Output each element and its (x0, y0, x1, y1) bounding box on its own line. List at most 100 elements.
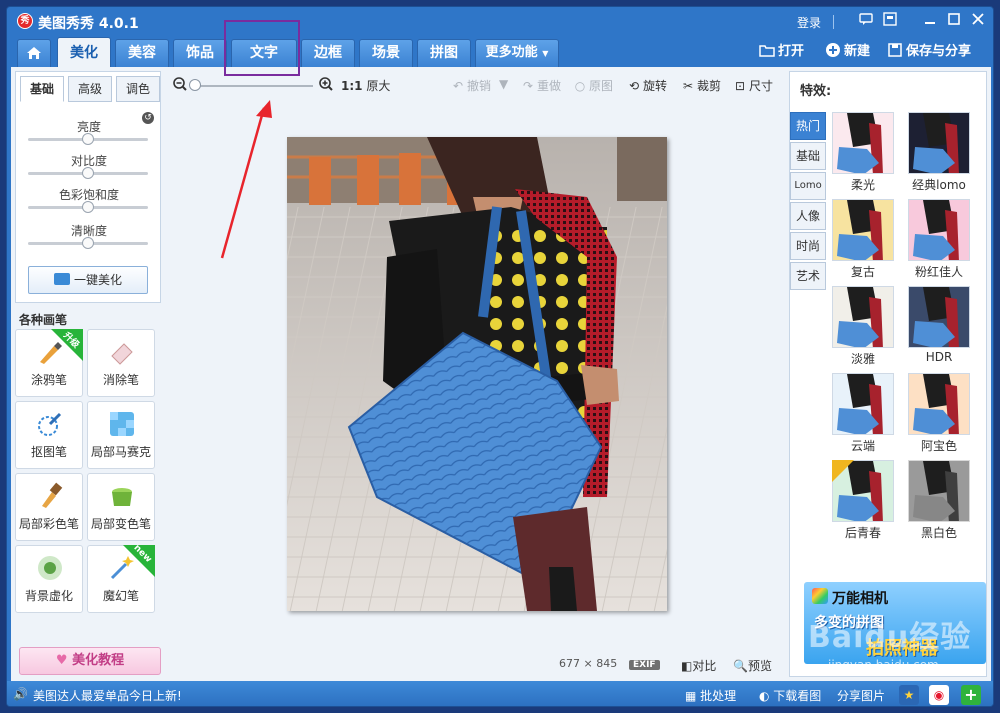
undo-dropdown-icon[interactable]: ▼ (499, 77, 508, 91)
minimize-icon[interactable] (921, 12, 939, 30)
brush-label: 背景虚化 (24, 589, 73, 603)
exif-button[interactable]: EXIF (629, 657, 660, 670)
brush-partial-recolor[interactable]: 局部变色笔 (87, 473, 155, 541)
effect-post-youth[interactable]: 后青春 (832, 460, 898, 541)
sharpness-thumb[interactable] (82, 237, 94, 249)
compare-label: 对比 (692, 659, 717, 673)
image-width: 677 (559, 657, 580, 670)
subtab-advanced[interactable]: 高级 (68, 76, 112, 102)
zoom-out-icon[interactable] (173, 77, 187, 91)
effect-hdr[interactable]: HDR (908, 286, 974, 364)
resize-button[interactable]: ⊡ 尺寸 (733, 77, 773, 94)
crop-button[interactable]: ✂ 裁剪 (681, 77, 721, 94)
message-icon[interactable] (857, 12, 875, 30)
effect-soft-light[interactable]: 柔光 (832, 112, 898, 193)
effect-cloud[interactable]: 云端 (832, 373, 898, 454)
tab-collage[interactable]: 拼图 (417, 39, 471, 67)
subtab-basic[interactable]: 基础 (20, 76, 64, 102)
edited-photo[interactable] (287, 137, 667, 611)
magic-icon (53, 273, 70, 285)
compare-button[interactable]: ◧对比 (681, 657, 716, 674)
effect-thumbnail (908, 199, 970, 261)
tab-beautify[interactable]: 美化 (57, 37, 111, 67)
new-button[interactable]: 新建 (825, 40, 870, 59)
undo-icon: ↶ (452, 79, 464, 93)
rotate-label: 旋转 (643, 79, 668, 93)
photo-image (287, 137, 667, 611)
effect-retro[interactable]: 复古 (832, 199, 898, 280)
saturation-slider[interactable] (28, 201, 148, 213)
cutout-pen-icon (38, 412, 62, 436)
zoom-thumb[interactable] (189, 79, 201, 91)
compare-icon: ◧ (681, 659, 693, 673)
zoom-in-icon[interactable] (319, 77, 333, 91)
brush-graffiti[interactable]: 升级 涂鸦笔 (15, 329, 83, 397)
canvas-toolbar: 1:1 原大 ↶ 撤销 ▼ ↷ 重做 ○ 原图 ⟲ 旋转 ✂ 裁剪 ⊡ 尺寸 (169, 75, 781, 95)
tab-accessories[interactable]: 饰品 (173, 39, 227, 67)
tab-frame[interactable]: 边框 (301, 39, 355, 67)
folder-icon (759, 45, 775, 57)
undo-button[interactable]: ↶ 撤销 (451, 77, 491, 94)
effects-cat-hot[interactable]: 热门 (790, 112, 826, 140)
image-dimensions: 677 × 845 (559, 657, 617, 670)
login-link[interactable]: 登录 (797, 14, 821, 31)
preview-button[interactable]: 🔍预览 (733, 657, 772, 674)
auto-beautify-button[interactable]: 一键美化 (28, 266, 148, 294)
brush-magic[interactable]: new 魔幻笔 (87, 543, 155, 613)
effect-abao-color[interactable]: 阿宝色 (908, 373, 974, 454)
qzone-star-icon[interactable]: ★ (899, 685, 919, 705)
tab-scene[interactable]: 场景 (359, 39, 413, 67)
batch-process-button[interactable]: ▦ 批处理 (685, 687, 736, 704)
redo-label: 重做 (537, 79, 562, 93)
original-image-label: 原图 (589, 79, 614, 93)
redo-button[interactable]: ↷ 重做 (521, 77, 561, 94)
download-viewer-button[interactable]: ◐ 下载看图 (759, 687, 821, 704)
brush-eraser[interactable]: 消除笔 (87, 329, 155, 397)
subtab-color[interactable]: 调色 (116, 76, 160, 102)
tab-more-features[interactable]: 更多功能 ▼ (475, 39, 559, 67)
effect-pink-lady[interactable]: 粉红佳人 (908, 199, 974, 280)
beautify-tutorial-button[interactable]: ♥ 美化教程 (19, 647, 161, 675)
brush-mosaic[interactable]: 局部马赛克 (87, 401, 155, 469)
close-icon[interactable] (969, 12, 987, 30)
maximize-icon[interactable] (945, 12, 963, 30)
effect-thumbnail (908, 373, 970, 435)
status-message[interactable]: 美图达人最爱单品今日上新! (33, 687, 182, 704)
effect-classic-lomo[interactable]: 经典lomo (908, 112, 974, 193)
effects-cat-basic[interactable]: 基础 (790, 142, 826, 170)
tab-more-label: 更多功能 (485, 45, 538, 60)
effects-cat-art[interactable]: 艺术 (790, 262, 826, 290)
weibo-icon[interactable]: ◉ (929, 685, 949, 705)
add-share-icon[interactable]: + (961, 685, 981, 705)
skin-icon[interactable] (881, 12, 899, 30)
contrast-slider[interactable] (28, 167, 148, 179)
saturation-thumb[interactable] (82, 201, 94, 213)
original-image-button[interactable]: ○ 原图 (573, 77, 613, 94)
effect-thumbnail (908, 286, 970, 348)
title-separator (833, 15, 834, 29)
mosaic-icon (110, 412, 134, 436)
brush-background-blur[interactable]: 背景虚化 (15, 545, 83, 613)
tab-home[interactable] (17, 39, 51, 67)
tab-beauty[interactable]: 美容 (115, 39, 169, 67)
effects-cat-portrait[interactable]: 人像 (790, 202, 826, 230)
sharpness-slider[interactable] (28, 237, 148, 249)
brush-partial-color[interactable]: 局部彩色笔 (15, 473, 83, 541)
app-window: 秀 美图秀秀 4.0.1 登录 美化 美容 饰品 文字 边框 场景 拼图 更多功… (6, 6, 994, 707)
effect-black-white[interactable]: 黑白色 (908, 460, 974, 541)
effects-cat-fashion[interactable]: 时尚 (790, 232, 826, 260)
open-button[interactable]: 打开 (759, 40, 804, 59)
rotate-button[interactable]: ⟲ 旋转 (627, 77, 667, 94)
rotate-icon: ⟲ (628, 79, 640, 93)
save-share-button[interactable]: 保存与分享 (887, 40, 971, 59)
contrast-thumb[interactable] (82, 167, 94, 179)
effects-cat-lomo[interactable]: Lomo (790, 172, 826, 200)
brightness-slider[interactable] (28, 133, 148, 145)
zoom-slider[interactable] (195, 85, 313, 87)
vip-badge (832, 460, 854, 482)
redo-icon: ↷ (522, 79, 534, 93)
brightness-thumb[interactable] (82, 133, 94, 145)
effect-elegant[interactable]: 淡雅 (832, 286, 898, 367)
brush-cutout[interactable]: 抠图笔 (15, 401, 83, 469)
original-size-button[interactable]: 1:1 原大 (341, 77, 390, 94)
